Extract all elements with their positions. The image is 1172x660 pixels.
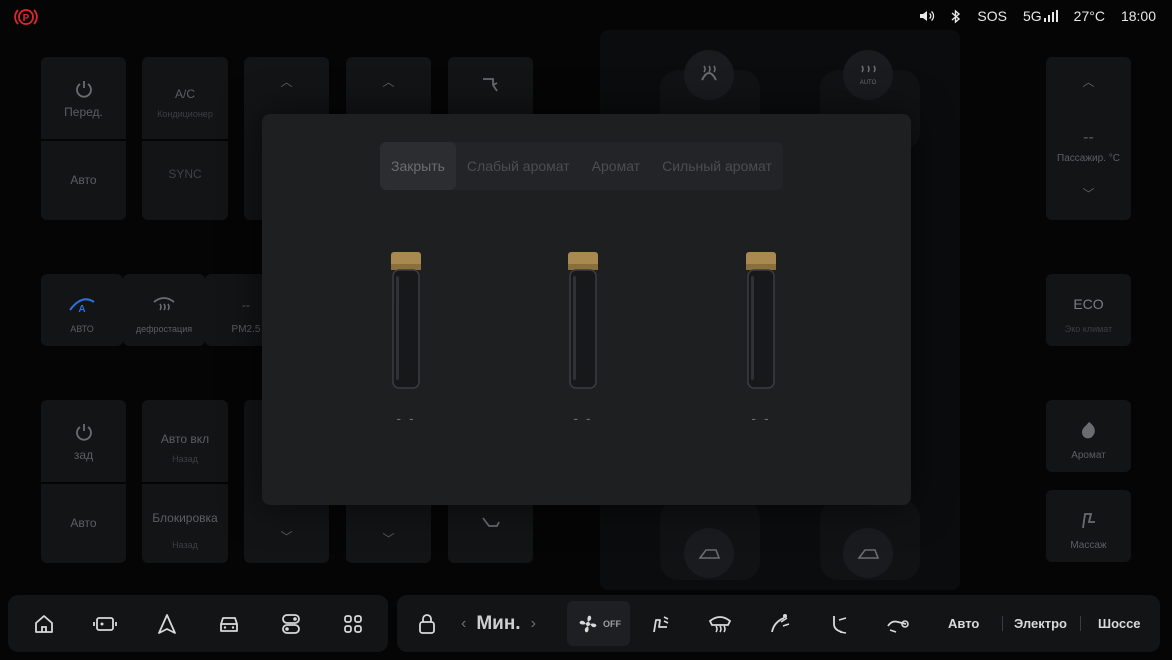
airflow-face-icon xyxy=(482,78,498,92)
mode-electric-button[interactable]: Электро xyxy=(1014,595,1067,652)
airflow-face-icon[interactable] xyxy=(764,595,796,652)
vial-icon xyxy=(746,252,776,389)
heat-auto-label: AUTO xyxy=(859,80,877,86)
toggle-controls-icon[interactable] xyxy=(271,595,311,652)
fragrance-vial-3[interactable] xyxy=(741,250,781,392)
tab-light-aroma[interactable]: Слабый аромат xyxy=(456,142,581,190)
divider xyxy=(1080,616,1081,631)
defrost-icon xyxy=(153,297,175,311)
front-auto-label: Авто xyxy=(70,173,97,187)
fragrance-intensity-tabs: Закрыть Слабый аромат Аромат Сильный аро… xyxy=(380,142,783,190)
mode-auto-button[interactable]: Авто xyxy=(948,595,979,652)
chevron-down-icon[interactable]: ﹀ xyxy=(1046,185,1131,202)
passenger-temp-label: Пассажир. °C xyxy=(1057,153,1120,164)
windshield-auto-icon: A xyxy=(69,298,95,314)
rear-climate-tile[interactable]: зад Авто xyxy=(41,400,126,563)
steering-heat-button[interactable]: AUTO xyxy=(843,50,893,100)
front-climate-tile[interactable]: Перед. Авто xyxy=(41,57,126,220)
airflow-face-tile[interactable] xyxy=(448,57,533,117)
aroma-icon xyxy=(1081,422,1095,439)
camera-icon[interactable] xyxy=(85,595,125,652)
rear-auto-lock-tile[interactable]: Авто вкл Назад Блокировка Назад xyxy=(142,400,228,563)
chevron-right-icon[interactable]: › xyxy=(531,615,536,633)
ac-label: A/C xyxy=(174,87,195,101)
tab-close[interactable]: Закрыть xyxy=(380,142,456,190)
vial-3-label: - - xyxy=(751,410,771,426)
fan-off-label: OFF xyxy=(603,618,621,629)
airflow-feet-icon[interactable] xyxy=(882,595,914,652)
defrost-label: дефростация xyxy=(135,324,193,334)
mode-highway-button[interactable]: Шоссе xyxy=(1098,595,1141,652)
passenger-temp-value: -- xyxy=(1083,129,1094,146)
power-icon xyxy=(75,81,92,98)
svg-text:A: A xyxy=(78,304,85,314)
fragrance-vial-2[interactable] xyxy=(563,250,603,392)
seat-ventilate-right-button[interactable] xyxy=(843,528,893,578)
chevron-up-icon[interactable]: ︿ xyxy=(1046,73,1131,90)
navigation-icon[interactable] xyxy=(147,595,187,652)
lock-label: Блокировка xyxy=(152,511,218,525)
airflow-feet-icon xyxy=(481,517,500,527)
app-dock xyxy=(8,595,388,652)
ac-tile[interactable]: A/C Кондиционер SYNC xyxy=(142,57,228,220)
front-power-label: Перед. xyxy=(64,105,103,119)
fan-speed-label: Мин. xyxy=(476,612,521,634)
vial-2-label: - - xyxy=(573,410,593,426)
power-icon xyxy=(75,424,92,441)
aroma-label: Аромат xyxy=(1071,450,1106,461)
chevron-up-icon[interactable]: ︿ xyxy=(346,73,431,90)
auto-windshield-tile[interactable]: A АВТО xyxy=(41,274,123,346)
eco-sub: Эко климат xyxy=(1064,324,1113,334)
eco-label: ECO xyxy=(1073,296,1104,312)
sync-label: SYNC xyxy=(168,167,202,181)
passenger-temp-tile[interactable]: ︿ -- Пассажир. °C ﹀ xyxy=(1046,57,1131,220)
chevron-up-icon[interactable]: ︿ xyxy=(244,73,329,90)
climate-dock: ‹ Мин. › OFF Авто Электро Шоссе xyxy=(397,595,1160,652)
chevron-down-icon[interactable]: ﹀ xyxy=(346,530,431,547)
seat-airflow-icon[interactable] xyxy=(645,595,677,652)
vial-icon xyxy=(568,252,598,389)
rear-power-label: зад xyxy=(73,448,94,462)
auto-windshield-label: АВТО xyxy=(70,324,94,334)
chevron-down-icon[interactable]: ﹀ xyxy=(244,528,329,545)
tab-strong-aroma[interactable]: Сильный аромат xyxy=(651,142,783,190)
lock-sub: Назад xyxy=(172,540,198,550)
fragrance-vial-1[interactable] xyxy=(386,250,426,392)
divider xyxy=(1002,616,1003,631)
auto-on-label: Авто вкл xyxy=(160,432,210,446)
massage-icon xyxy=(1081,513,1095,529)
ac-sub: Кондиционер xyxy=(157,109,213,119)
vial-1-label: - - xyxy=(396,410,416,426)
massage-label: Массаж xyxy=(1070,540,1107,551)
airflow-face-feet-icon[interactable] xyxy=(823,595,855,652)
fan-up-tile[interactable]: ︿ xyxy=(346,57,431,117)
fan-icon xyxy=(579,615,597,632)
fragrance-modal: Закрыть Слабый аромат Аромат Сильный аро… xyxy=(262,114,911,505)
tab-aroma[interactable]: Аромат xyxy=(581,142,651,190)
seat-heat-left-button[interactable] xyxy=(684,50,734,100)
apps-grid-icon[interactable] xyxy=(333,595,373,652)
lock-icon[interactable] xyxy=(411,595,443,652)
seat-ventilate-left-button[interactable] xyxy=(684,528,734,578)
chevron-left-icon[interactable]: ‹ xyxy=(461,615,466,633)
defrost-tile[interactable]: дефростация xyxy=(123,274,205,346)
home-icon[interactable] xyxy=(24,595,64,652)
windshield-defrost-icon[interactable] xyxy=(704,595,736,652)
vehicle-icon[interactable] xyxy=(209,595,249,652)
rear-auto-label: Авто xyxy=(70,516,97,530)
fan-speed-control: ‹ Мин. › xyxy=(461,595,536,652)
fan-toggle-button[interactable]: OFF xyxy=(567,601,630,646)
vial-icon xyxy=(391,252,421,389)
aroma-tile[interactable]: Аромат xyxy=(1046,400,1131,472)
eco-tile[interactable]: ECO Эко климат xyxy=(1046,274,1131,346)
massage-tile[interactable]: Массаж xyxy=(1046,490,1131,562)
auto-on-sub: Назад xyxy=(172,454,198,464)
